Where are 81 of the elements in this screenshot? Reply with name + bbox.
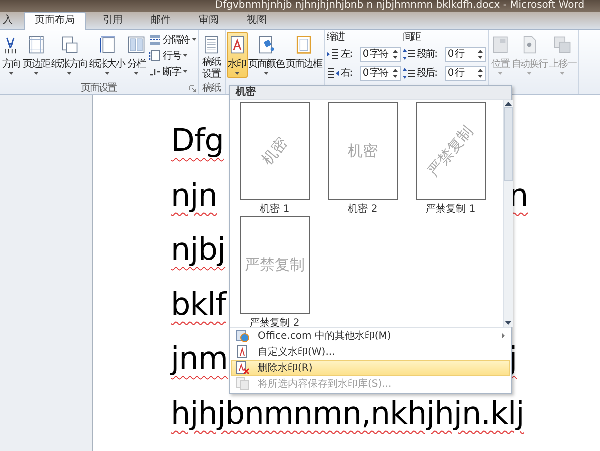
spin-arrows-icon [478, 50, 483, 58]
caret-icon [264, 72, 269, 75]
document-text: bklf [171, 286, 226, 323]
pages-icon [236, 377, 250, 391]
remove-watermark-icon [236, 361, 250, 375]
ribbon-tab[interactable]: 邮件 [140, 12, 182, 29]
indent-right-icon [326, 68, 339, 78]
caret-icon [527, 72, 532, 75]
caret-icon [34, 72, 39, 75]
ribbon-button[interactable]: 纸张大小 [88, 32, 126, 78]
line-numbers-icon [148, 50, 161, 62]
ribbon-button[interactable]: 页边距 [22, 32, 51, 78]
spin-arrows-icon [392, 50, 398, 58]
caret-icon [182, 70, 188, 73]
ribbon-tab[interactable]: 入 [0, 12, 18, 29]
ribbon-button[interactable]: 纸张方向 [50, 32, 88, 78]
page-border-icon [294, 34, 314, 56]
breaks-icon [148, 34, 161, 46]
document-text: hjhjbnmnmn,nkhjhjn.klj [171, 396, 524, 432]
menu-item[interactable]: 自定义水印(W)... [231, 344, 510, 360]
spin-arrows-icon [392, 68, 398, 78]
field-label: 左: [340, 48, 354, 61]
caret-icon [9, 72, 14, 75]
spin-arrows-icon [478, 68, 483, 78]
submenu-arrow-icon [502, 333, 505, 339]
ribbon-tab[interactable]: 视图 [236, 12, 278, 29]
menu-item[interactable]: Office.com 中的其他水印(M) [231, 328, 510, 344]
caret-icon [498, 72, 503, 75]
group-label: 稿纸 [202, 84, 221, 94]
ribbon-button[interactable]: 分隔符 [148, 32, 197, 47]
caret-icon [134, 72, 139, 75]
position-icon [490, 34, 510, 56]
document-text: njn [171, 178, 218, 214]
document-text: jnm [171, 341, 228, 378]
ribbon-button[interactable]: 页面颜色 [248, 32, 286, 78]
spin-field[interactable]: 0 行 [444, 66, 486, 80]
scroll-down-icon [505, 321, 512, 325]
spin-field[interactable]: 0 字符 [360, 46, 401, 62]
ribbon-button[interactable]: 断字 [148, 64, 197, 79]
ribbon-tab[interactable]: 页面布局 [24, 12, 86, 30]
ribbon-button[interactable]: 方向 [1, 32, 22, 78]
caret-icon [234, 72, 240, 75]
pages-icon [60, 34, 79, 56]
caret-icon [560, 72, 566, 75]
menu-item[interactable]: 删除水印(R) [231, 360, 510, 376]
columns-icon [126, 34, 146, 56]
caret-icon [104, 72, 110, 75]
field-label: 段后: [416, 66, 438, 80]
group-label: 页面设置 [81, 84, 117, 94]
caret-icon [182, 54, 188, 57]
watermark-preview-text: 机密 [348, 142, 378, 160]
ribbon-button[interactable]: 水印 [226, 32, 248, 78]
scrollbar[interactable] [503, 100, 513, 327]
field-label: 段前: [416, 48, 438, 61]
page-size-icon [98, 34, 117, 56]
document-text: njbj [171, 232, 226, 268]
document-text: Dfg [171, 123, 224, 160]
spacing-before-icon [402, 48, 415, 60]
watermark-preview-text: 严禁复制 [424, 122, 478, 180]
gallery-heading: 机密 [230, 86, 511, 100]
field-label: 右: [340, 67, 354, 80]
section-title: 缩进 [326, 32, 346, 43]
indent-left-icon [326, 48, 339, 60]
ribbon-button[interactable]: 稿纸设置 [200, 32, 224, 84]
ribbon-button[interactable]: 行号 [148, 48, 197, 63]
caret-icon [192, 38, 197, 41]
watermark-preview-text: 机密 [258, 133, 292, 169]
watermark-preview-text: 严禁复制 [245, 256, 305, 274]
ribbon-button[interactable]: 分栏 [126, 32, 147, 78]
stacked-layers-icon [553, 34, 572, 56]
window-title: Dfgvbnmhjnhjb njhnjhjnhjbnb n njbjhmnmn bklkdfh.docx - Microsoft Word [214, 0, 586, 12]
ribbon-button[interactable]: 页面边框 [285, 32, 323, 74]
ribbon-tab[interactable]: 审阅 [188, 12, 230, 29]
section-title: 间距 [402, 32, 422, 43]
caret-icon [67, 72, 72, 75]
spin-field[interactable]: 0 字符 [360, 66, 401, 80]
ribbon-tab[interactable]: 引用 [92, 12, 134, 29]
spin-field[interactable]: 0 行 [444, 46, 486, 62]
page-margins-icon [26, 34, 46, 56]
watermark-page-icon [236, 345, 250, 359]
spacing-after-icon [402, 68, 415, 78]
